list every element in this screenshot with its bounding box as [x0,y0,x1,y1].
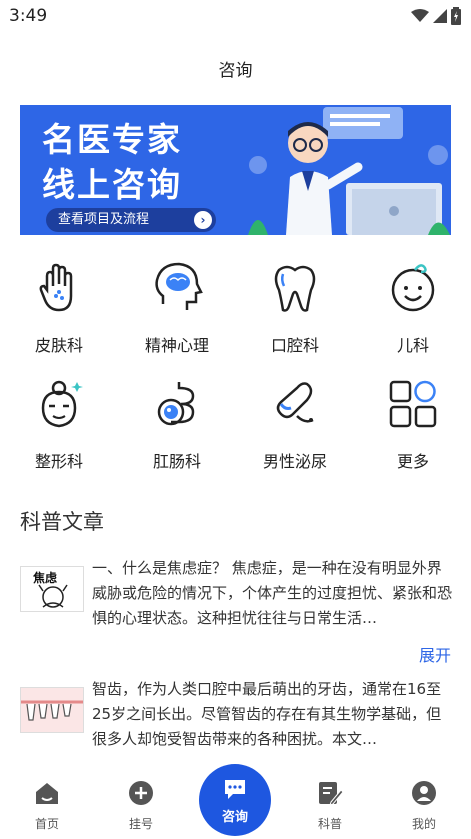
face-beauty-icon [41,380,83,428]
expand-link[interactable]: 展开 [419,642,451,666]
arrow-right-icon: › [194,211,212,229]
tab-label: 挂号 [128,817,153,831]
category-more[interactable]: 更多 [354,376,471,472]
brain-head-icon [155,262,203,310]
view-process-label: 查看项目及流程 [58,212,150,227]
article-item[interactable]: 焦虑 一、什么是焦虑症？ 焦虑症，是一种在没有明显外界威胁或危险的情况下，个体产… [20,556,452,636]
section-title: 科普文章 [20,510,104,534]
category-proctology[interactable]: 肛肠科 [118,376,236,472]
category-label: 皮肤科 [34,336,83,355]
article-thumbnail [20,687,84,733]
tab-science[interactable]: 科普 [300,780,360,832]
tab-label: 我的 [411,817,436,831]
category-dental[interactable]: 口腔科 [236,260,354,356]
category-label: 更多 [396,452,429,471]
category-label: 肛肠科 [152,452,201,471]
baby-face-icon [391,264,435,312]
male-urology-icon [276,382,314,423]
wifi-icon [411,9,429,22]
article-item[interactable]: 智齿，作为人类口腔中最后萌出的牙齿，通常在16至25岁之间长出。尽管智齿的存在有… [20,677,451,757]
battery-icon [451,7,461,25]
category-label: 儿科 [396,336,429,355]
category-label: 男性泌尿 [262,452,327,471]
tab-label: 首页 [34,817,59,831]
category-dermatology[interactable]: 皮肤科 [0,260,118,356]
grid-more-icon [389,380,437,428]
tab-mine[interactable]: 我的 [394,780,454,832]
article-summary: 智齿，作为人类口腔中最后萌出的牙齿，通常在16至25岁之间长出。尽管智齿的存在有… [92,680,442,748]
hand-icon [39,263,73,312]
tab-home[interactable]: 首页 [17,780,77,832]
category-psychology[interactable]: 精神心理 [118,260,236,356]
intestine-icon [157,382,195,426]
tab-consult[interactable]: 咨询 [199,764,271,836]
tooth-icon [274,265,316,312]
category-plastic-surgery[interactable]: 整形科 [0,376,118,472]
anxiety-sketch-image [38,584,68,608]
page-title: 咨询 [218,61,253,81]
status-time: 3:49 [9,6,48,26]
category-label: 整形科 [34,452,83,471]
user-avatar-icon [412,781,436,805]
doctor-illustration [248,107,450,235]
note-edit-icon [319,782,344,806]
category-male-urology[interactable]: 男性泌尿 [236,376,354,472]
banner-title-line1: 名医专家 [42,120,182,159]
home-icon [36,783,58,804]
status-bar: 3:49 [0,0,471,34]
category-pediatrics[interactable]: 儿科 [354,260,471,356]
tab-label: 咨询 [221,810,248,825]
article-thumbnail: 焦虑 [20,566,84,612]
status-icons [411,7,461,25]
chat-bubble-icon [225,780,245,799]
category-label: 精神心理 [144,336,209,355]
plus-circle-icon [129,781,153,805]
tab-register[interactable]: 挂号 [111,780,171,832]
category-label: 口腔科 [270,336,319,355]
banner-title-line2: 线上咨询 [42,165,182,204]
consult-banner[interactable]: 名医专家 线上咨询 查看项目及流程 › [20,105,451,235]
article-summary: 一、什么是焦虑症？ 焦虑症，是一种在没有明显外界威胁或危险的情况下，个体产生的过… [92,559,452,627]
view-process-button[interactable]: 查看项目及流程 › [46,208,216,232]
signal-icon [433,9,447,23]
tab-label: 科普 [317,817,342,831]
wisdom-tooth-image [21,700,83,721]
